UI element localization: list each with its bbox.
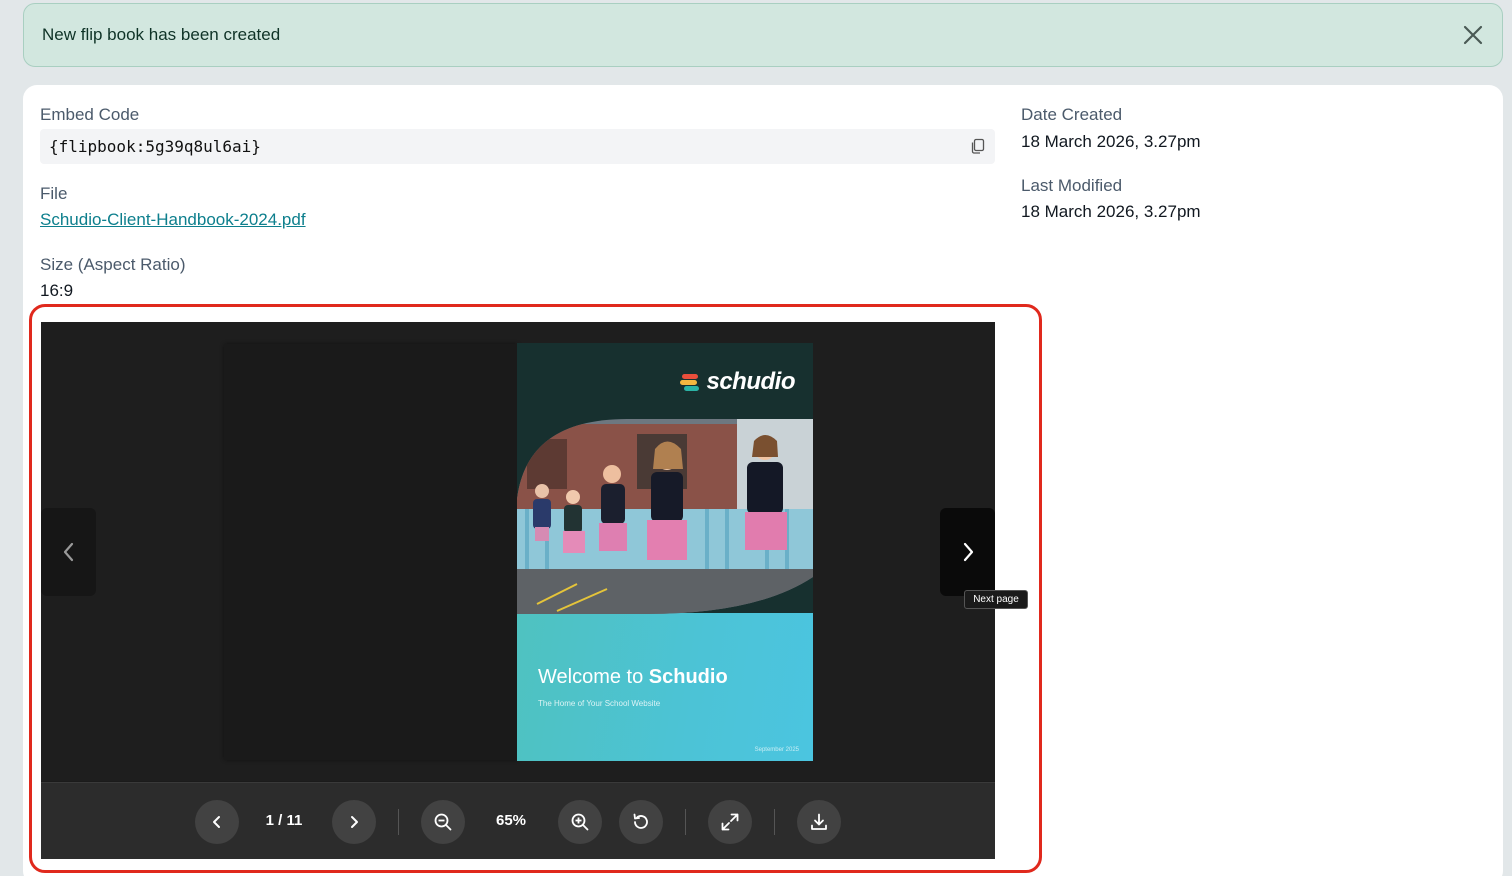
fullscreen-button[interactable]	[708, 800, 752, 844]
download-icon	[811, 813, 827, 830]
cover-title: Welcome to Schudio	[538, 666, 728, 689]
date-created-label: Date Created	[1021, 105, 1123, 124]
next-page-button[interactable]	[940, 508, 995, 596]
zoom-out-icon	[434, 813, 452, 831]
cover-title-brand: Schudio	[648, 666, 728, 688]
page-indicator: 1 / 11	[265, 812, 303, 829]
copy-icon[interactable]	[969, 137, 987, 155]
download-button[interactable]	[797, 800, 841, 844]
size-label: Size (Aspect Ratio)	[40, 255, 186, 274]
size-value: 16:9	[40, 281, 74, 300]
chevron-right-icon	[351, 816, 358, 828]
chevron-left-icon	[63, 542, 73, 562]
rotate-reset-icon	[633, 813, 648, 829]
success-alert: New flip book has been created	[23, 3, 1503, 67]
toolbar-next-button[interactable]	[332, 800, 376, 844]
toolbar-divider	[774, 809, 775, 835]
chevron-right-icon	[963, 542, 973, 562]
toolbar-prev-button[interactable]	[195, 800, 239, 844]
left-page-blank	[224, 344, 518, 760]
expand-icon	[721, 813, 739, 831]
close-icon[interactable]	[1460, 22, 1486, 48]
schudio-logo-mark-icon	[680, 374, 700, 391]
zoom-in-icon	[571, 813, 589, 831]
file-label: File	[40, 184, 68, 203]
embed-code-field[interactable]: {flipbook:5g39q8ul6ai}	[40, 129, 995, 164]
zoom-in-button[interactable]	[558, 800, 602, 844]
book-stage: schudio Welcome to Schudio The Home of Y…	[41, 322, 995, 781]
logo-text: schudio	[706, 368, 795, 395]
last-modified-value: 18 March 2026, 3.27pm	[1021, 202, 1201, 221]
next-page-tooltip: Next page	[964, 590, 1028, 609]
zoom-out-button[interactable]	[421, 800, 465, 844]
last-modified-label: Last Modified	[1021, 176, 1123, 195]
cover-page[interactable]: schudio Welcome to Schudio The Home of Y…	[517, 343, 813, 761]
cover-title-prefix: Welcome to	[538, 666, 649, 688]
cover-date: September 2025	[754, 747, 799, 753]
file-link[interactable]: Schudio-Client-Handbook-2024.pdf	[40, 210, 306, 230]
alert-message: New flip book has been created	[42, 25, 281, 44]
embed-code-label: Embed Code	[40, 105, 140, 124]
cover-subtitle: The Home of Your School Website	[538, 699, 661, 708]
toolbar-divider	[685, 809, 686, 835]
zoom-level: 65%	[495, 812, 527, 829]
chevron-left-icon	[213, 816, 220, 828]
previous-page-button[interactable]	[41, 508, 96, 596]
schudio-logo: schudio	[679, 368, 795, 396]
toolbar-divider	[398, 809, 399, 835]
cover-photo	[517, 419, 813, 614]
reset-zoom-button[interactable]	[619, 800, 663, 844]
flipbook-viewer: schudio Welcome to Schudio The Home of Y…	[41, 322, 995, 859]
embed-code-value: {flipbook:5g39q8ul6ai}	[49, 137, 261, 156]
viewer-toolbar: 1 / 11 65%	[41, 782, 995, 859]
date-created-value: 18 March 2026, 3.27pm	[1021, 132, 1201, 151]
